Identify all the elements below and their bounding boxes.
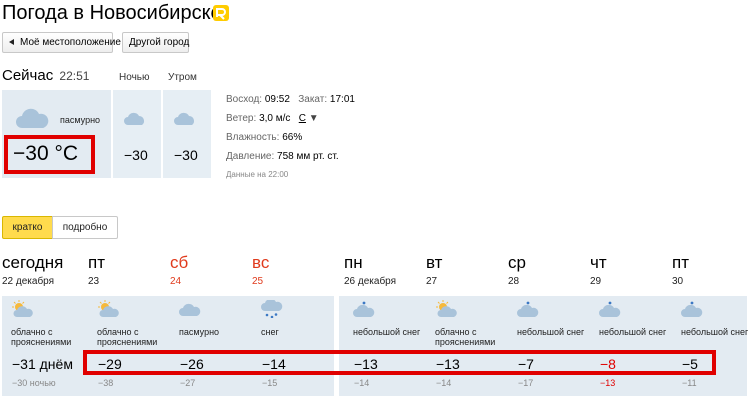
day-name[interactable]: сб: [170, 253, 188, 273]
tab-short[interactable]: кратко: [2, 216, 53, 239]
cloud-icon: [174, 112, 194, 125]
night-temperature: −15: [262, 378, 278, 388]
page-title: Погода в Новосибирске: [2, 2, 222, 24]
light-snow-icon: [517, 301, 539, 317]
humidity-label: Влажность:: [226, 132, 280, 143]
partly-cloudy-icon: [12, 300, 33, 317]
cloud-icon: [16, 108, 49, 128]
day-name[interactable]: чт: [590, 253, 607, 273]
humidity-info: Влажность: 66%: [226, 132, 302, 143]
wind-value: 3,0 м/с: [259, 113, 291, 124]
night-temperature: −14: [354, 378, 370, 388]
day-description: снег: [261, 327, 279, 337]
my-location-label: Моё местоположение: [20, 37, 121, 48]
my-location-button[interactable]: Моё местоположение: [2, 32, 121, 53]
day-date: 28: [508, 276, 520, 287]
day-date: 30: [672, 276, 684, 287]
day-name[interactable]: ср: [508, 253, 526, 273]
night-temperature: −13: [600, 378, 616, 388]
wind-direction: С: [298, 113, 306, 124]
night-temperature: −38: [98, 378, 114, 388]
now-description: пасмурно: [60, 115, 101, 125]
sunrise-label: Восход:: [226, 94, 263, 105]
sunset-label: Закат:: [298, 94, 328, 105]
morning-panel: [163, 90, 211, 178]
day-date: 25: [252, 276, 264, 287]
day-description: облачно с прояснениями: [97, 327, 158, 347]
temperature-highlight: [83, 350, 716, 375]
wind-info: Ветер: 3,0 м/с С ▼: [226, 113, 319, 124]
sunrise-value: 09:52: [264, 94, 290, 105]
weather-logo-icon[interactable]: [212, 4, 230, 22]
partly-cloudy-icon: [98, 300, 119, 317]
cloud-icon: [179, 303, 201, 316]
tab-detailed[interactable]: подробно: [52, 216, 118, 239]
day-date: 29: [590, 276, 602, 287]
day-temperature: −31 днём: [12, 356, 73, 372]
night-panel: [113, 90, 161, 178]
day-name[interactable]: пт: [672, 253, 689, 273]
now-heading: Сейчас 22:51: [2, 67, 89, 84]
day-date: 22 декабря: [2, 276, 55, 287]
morning-label: Утром: [168, 72, 197, 83]
sun-info: Восход: 09:52 Закат: 17:01: [226, 94, 355, 105]
now-label: Сейчас: [2, 67, 54, 84]
day-description: небольшой снег: [517, 327, 585, 337]
wind-arrow-icon: ▼: [308, 113, 319, 124]
wind-label: Ветер:: [226, 113, 257, 124]
cloud-icon: [124, 112, 144, 125]
night-temperature: −30 ночью: [12, 378, 56, 388]
pressure-label: Давление:: [226, 151, 275, 162]
day-description: облачно с прояснениями: [435, 327, 496, 347]
morning-temperature: −30: [174, 147, 198, 163]
day-date: 24: [170, 276, 182, 287]
partly-cloudy-icon: [436, 300, 457, 317]
day-description: облачно с прояснениями: [11, 327, 72, 347]
light-snow-icon: [681, 301, 703, 317]
current-temperature: −30 °C: [13, 142, 79, 165]
day-name[interactable]: вс: [252, 253, 269, 273]
night-temperature: −17: [518, 378, 534, 388]
day-date: 26 декабря: [344, 276, 397, 287]
night-temperature: −14: [436, 378, 452, 388]
humidity-value: 66%: [282, 132, 303, 143]
day-description: небольшой снег: [599, 327, 667, 337]
night-label: Ночью: [119, 72, 150, 83]
day-date: 27: [426, 276, 438, 287]
pressure-info: Давление: 758 мм рт. ст.: [226, 151, 339, 162]
day-name[interactable]: вт: [426, 253, 442, 273]
now-time: 22:51: [59, 69, 90, 83]
night-temperature: −30: [124, 147, 148, 163]
day-description: пасмурно: [179, 327, 220, 337]
day-name[interactable]: сегодня: [2, 253, 63, 273]
day-name[interactable]: пт: [88, 253, 105, 273]
location-arrow-icon: [9, 39, 14, 45]
light-snow-icon: [353, 301, 375, 317]
day-description: небольшой снег: [353, 327, 421, 337]
sunset-value: 17:01: [329, 94, 355, 105]
data-timestamp: Данные на 22:00: [226, 170, 289, 179]
light-snow-icon: [599, 301, 621, 317]
pressure-value: 758 мм рт. ст.: [277, 151, 339, 162]
night-temperature: −11: [682, 378, 697, 388]
day-description: небольшой снег: [681, 327, 749, 337]
day-name[interactable]: пн: [344, 253, 363, 273]
other-city-button[interactable]: Другой город: [122, 32, 189, 53]
day-date: 23: [88, 276, 100, 287]
night-temperature: −27: [180, 378, 196, 388]
snow-icon: [261, 300, 283, 318]
